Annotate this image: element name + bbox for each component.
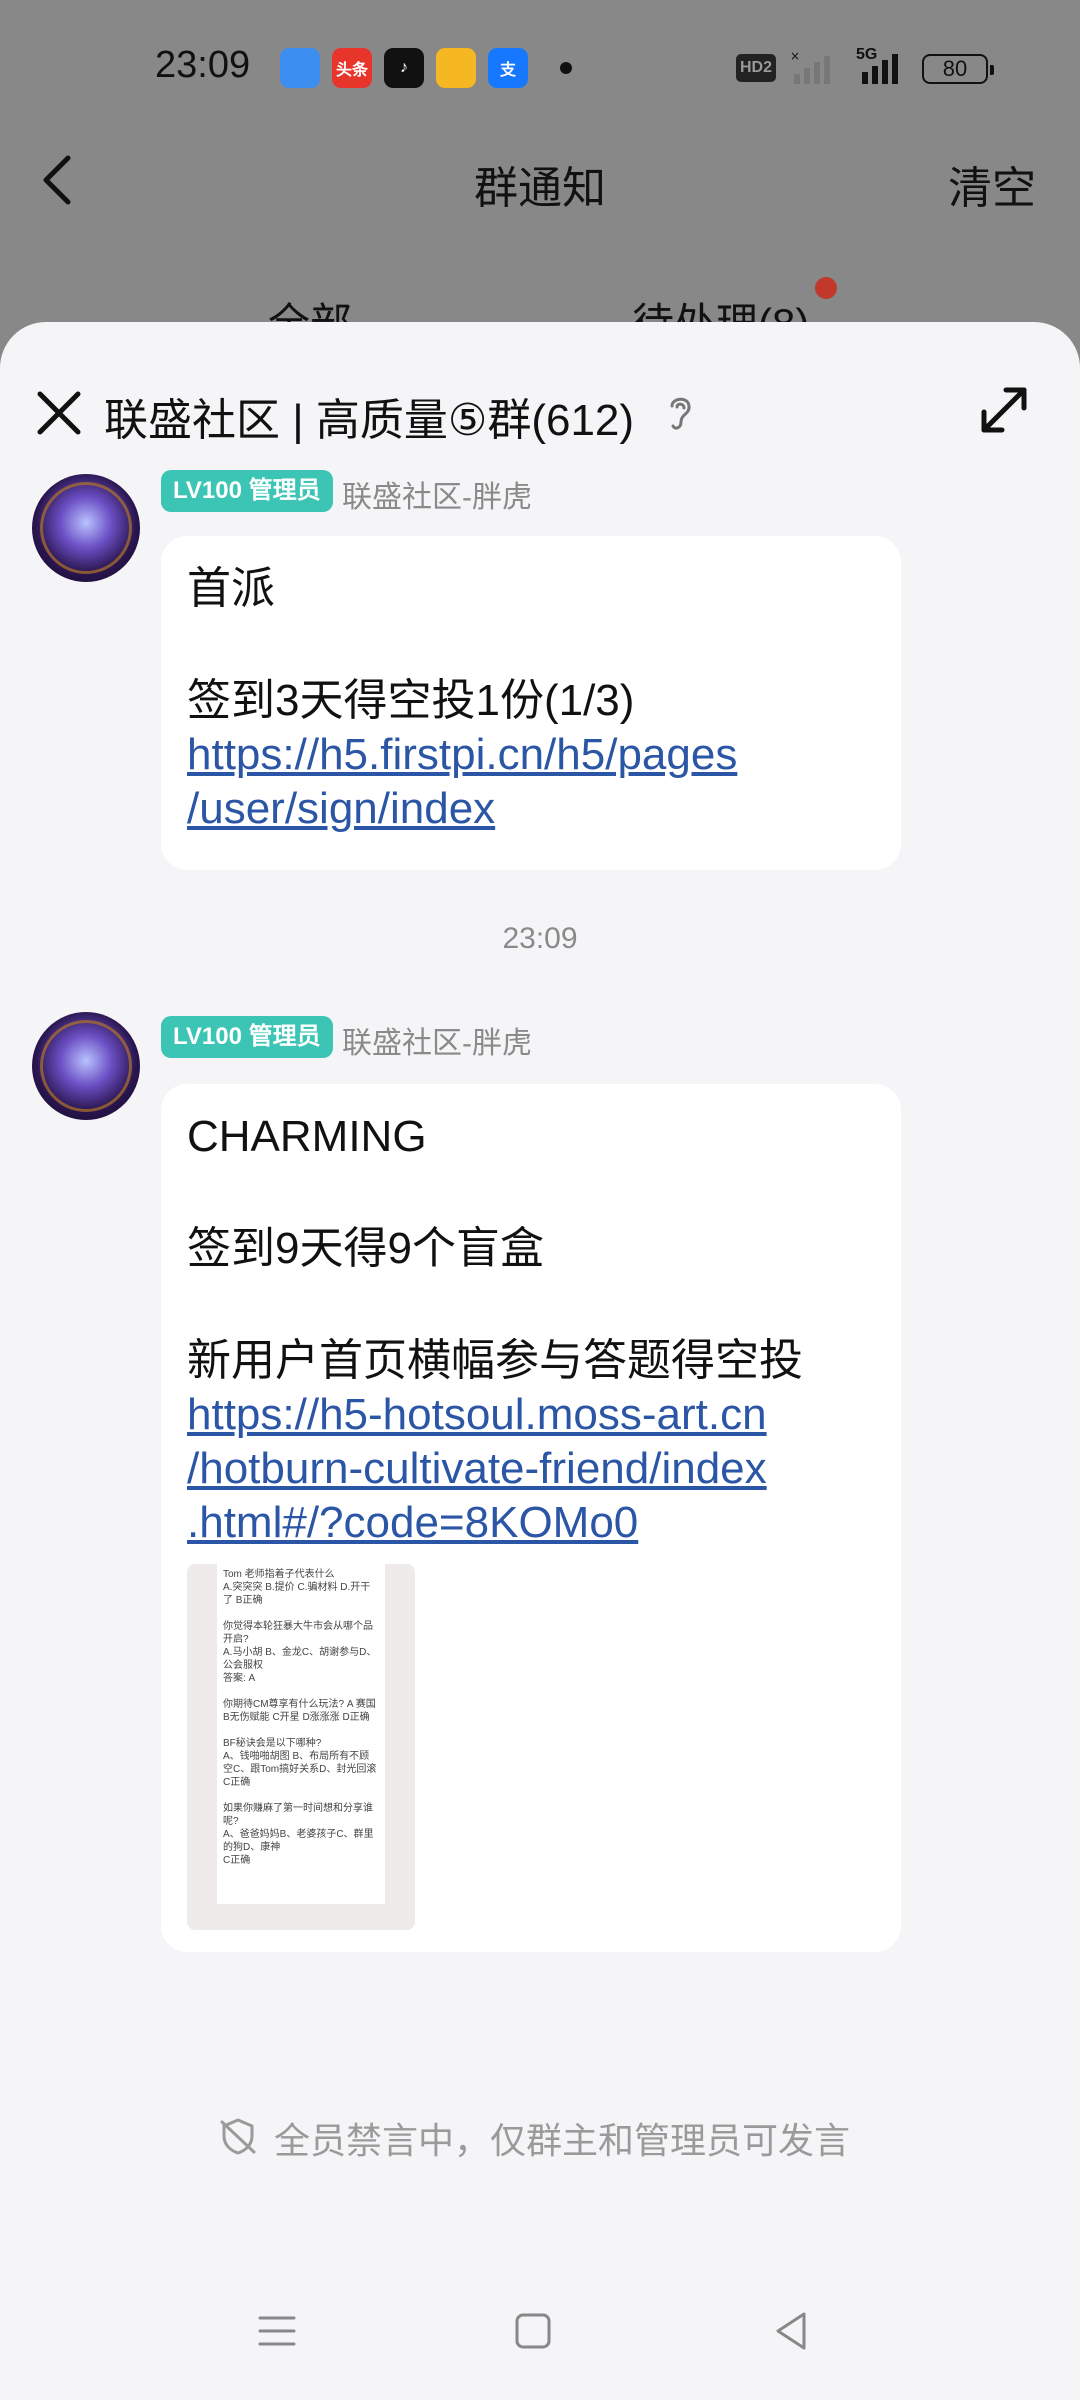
message-link[interactable]: https://h5.firstpi.cn/h5/pages xyxy=(187,728,875,782)
diamond-app-icon xyxy=(436,48,476,88)
more-notifications-dot xyxy=(560,62,572,74)
message-text: 首派 xyxy=(187,564,275,613)
browser-icon xyxy=(280,48,320,88)
svg-text:×: × xyxy=(790,50,800,63)
hd-voice-icon: HD2 xyxy=(736,54,776,82)
close-button[interactable] xyxy=(34,388,84,438)
menu-nav-icon[interactable] xyxy=(252,2306,302,2356)
network-type-label: 5G xyxy=(856,46,878,63)
mute-notice: 全员禁言中，仅群主和管理员可发言 xyxy=(274,2120,851,2161)
thumbnail-text: Tom 老师指着子代表什么 A.突突突 B.提价 C.骗材料 D.开干了 B正确… xyxy=(223,1569,377,1866)
timestamp: 23:09 xyxy=(502,922,578,955)
sender-name: 联盛社区-胖虎 xyxy=(342,1027,532,1060)
message-text: 新用户首页横幅参与答题得空投 xyxy=(187,1336,803,1385)
message-text: 签到9天得9个盲盒 xyxy=(187,1224,544,1273)
level-badge: LV100 管理员 xyxy=(161,470,333,512)
battery-icon: 80 xyxy=(922,54,994,84)
toutiao-icon: 头条 xyxy=(332,48,372,88)
message-link[interactable]: .html#/?code=8KOMo0 xyxy=(187,1496,875,1550)
sender-name: 联盛社区-胖虎 xyxy=(342,481,532,514)
clear-button[interactable]: 清空 xyxy=(948,152,1036,216)
status-time: 23:09 xyxy=(155,44,251,86)
message-link[interactable]: https://h5-hotsoul.moss-art.cn xyxy=(187,1388,875,1442)
message-bubble[interactable]: 首派 签到3天得空投1份(1/3) https://h5.firstpi.cn/… xyxy=(161,536,901,870)
avatar[interactable] xyxy=(32,474,140,582)
message-text: CHARMING xyxy=(187,1112,427,1161)
page-title: 群通知 xyxy=(474,164,606,213)
avatar[interactable] xyxy=(32,1012,140,1120)
alipay-icon: 支 xyxy=(488,48,528,88)
message-text: 签到3天得空投1份(1/3) xyxy=(187,676,635,725)
back-nav-icon[interactable] xyxy=(766,2306,816,2356)
level-badge: LV100 管理员 xyxy=(161,1016,333,1058)
signal-1-icon: × xyxy=(790,50,830,84)
message-link[interactable]: /user/sign/index xyxy=(187,782,875,836)
sheet-header: 联盛社区 | 高质量⑤群(612) xyxy=(0,322,1080,468)
status-bar: 23:09 头条 ♪ 支 HD2 × 5G 80 xyxy=(0,0,1080,140)
message-link[interactable]: /hotburn-cultivate-friend/index xyxy=(187,1442,875,1496)
mute-icon xyxy=(220,2118,256,2155)
expand-icon[interactable] xyxy=(976,382,1032,438)
home-nav-icon[interactable] xyxy=(508,2306,558,2356)
message-bubble[interactable]: CHARMING 签到9天得9个盲盒 新用户首页横幅参与答题得空投 https:… xyxy=(161,1084,901,1952)
unread-dot xyxy=(815,277,837,299)
tiktok-icon: ♪ xyxy=(384,48,424,88)
ear-icon[interactable] xyxy=(664,392,696,434)
group-title: 联盛社区 | 高质量⑤群(612) xyxy=(104,396,635,445)
image-thumbnail[interactable]: Tom 老师指着子代表什么 A.突突突 B.提价 C.骗材料 D.开干了 B正确… xyxy=(187,1564,415,1930)
thumbnail-document: Tom 老师指着子代表什么 A.突突突 B.提价 C.骗材料 D.开干了 B正确… xyxy=(217,1564,385,1904)
